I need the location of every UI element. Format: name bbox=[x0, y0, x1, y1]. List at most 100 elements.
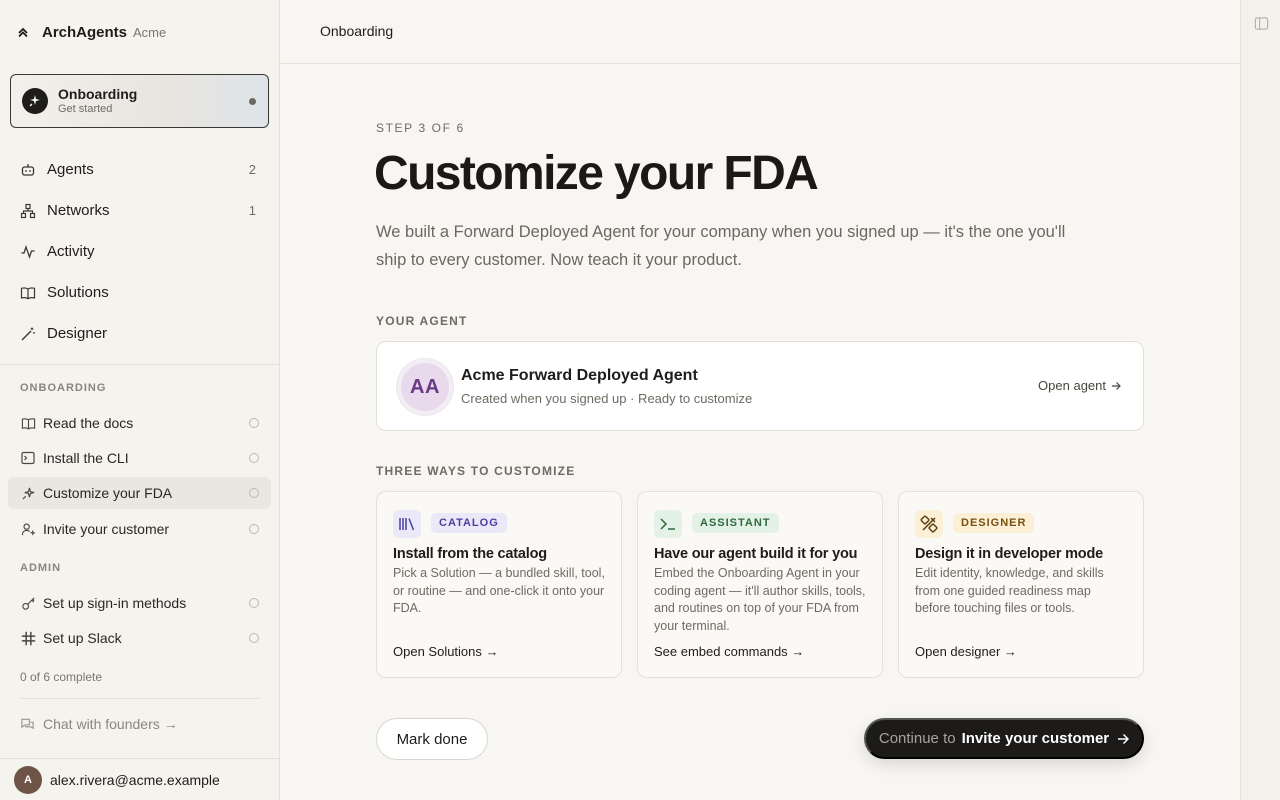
open-agent-link[interactable]: Open agent bbox=[1038, 378, 1121, 393]
continue-button[interactable]: Continue to Invite your customer bbox=[864, 718, 1144, 759]
progress-text: 0 of 6 complete bbox=[20, 670, 103, 684]
status-dot bbox=[249, 98, 256, 105]
continue-prefix: Continue to bbox=[878, 730, 956, 747]
nav-item-agents[interactable]: Agents 2 bbox=[0, 149, 279, 190]
nav-item-count: 1 bbox=[248, 203, 256, 218]
network-icon bbox=[20, 203, 36, 219]
arrow-right-icon bbox=[1111, 381, 1121, 391]
nav-item-label: Solutions bbox=[47, 284, 109, 301]
agent-name: Acme Forward Deployed Agent bbox=[461, 367, 698, 384]
archagents-logo-icon bbox=[16, 25, 30, 39]
terminal-icon bbox=[20, 450, 36, 466]
see-embed-commands-link[interactable]: See embed commands → bbox=[654, 644, 804, 659]
onboarding-card-subtitle: Get started bbox=[58, 103, 113, 115]
incomplete-circle-icon bbox=[249, 418, 259, 428]
brand-org: Acme bbox=[133, 24, 167, 40]
continue-target: Invite your customer bbox=[961, 730, 1110, 747]
incomplete-circle-icon bbox=[249, 524, 259, 534]
incomplete-circle-icon bbox=[249, 598, 259, 608]
brand-name: ArchAgents bbox=[42, 23, 128, 41]
mark-done-button[interactable]: Mark done bbox=[376, 718, 488, 760]
avatar: A bbox=[14, 765, 42, 794]
user-plus-icon bbox=[20, 521, 36, 537]
step-label: Invite your customer bbox=[43, 521, 170, 537]
way-card-designer: DESIGNER Design it in developer mode Edi… bbox=[898, 491, 1144, 678]
nav-item-activity[interactable]: Activity bbox=[0, 231, 279, 272]
way-description: Edit identity, knowledge, and skills fro… bbox=[915, 566, 1104, 615]
incomplete-circle-icon bbox=[249, 453, 259, 463]
main-nav: Agents 2 Networks 1 Activity Solutions D… bbox=[0, 149, 279, 354]
way-description: Embed the Onboarding Agent in your codin… bbox=[654, 566, 866, 633]
step-label: Read the docs bbox=[43, 415, 134, 431]
onboarding-section-label: ONBOARDING bbox=[20, 382, 107, 394]
nav-item-label: Designer bbox=[47, 325, 108, 342]
user-menu[interactable]: A alex.rivera@acme.example bbox=[0, 758, 279, 800]
step-invite-customer[interactable]: Invite your customer bbox=[8, 513, 271, 545]
right-rail bbox=[1240, 0, 1280, 800]
wand-icon bbox=[20, 326, 36, 342]
incomplete-circle-icon bbox=[249, 488, 259, 498]
book-icon bbox=[20, 415, 36, 431]
step-set-up-slack[interactable]: Set up Slack bbox=[8, 622, 271, 654]
ways-label: THREE WAYS TO CUSTOMIZE bbox=[376, 464, 576, 478]
design-tools-icon bbox=[915, 510, 943, 538]
sparkle-icon bbox=[20, 485, 36, 501]
your-agent-label: YOUR AGENT bbox=[376, 314, 468, 328]
onboarding-card[interactable]: Onboarding Get started bbox=[10, 74, 269, 128]
assistant-tag: ASSISTANT bbox=[692, 513, 779, 533]
nav-item-label: Agents bbox=[47, 161, 94, 178]
sidebar-divider bbox=[0, 364, 279, 365]
step-indicator: STEP 3 OF 6 bbox=[376, 121, 465, 135]
nav-item-label: Activity bbox=[47, 243, 95, 260]
step-install-cli[interactable]: Install the CLI bbox=[8, 442, 271, 474]
chat-icon bbox=[20, 717, 35, 732]
step-customize-fda[interactable]: Customize your FDA bbox=[8, 477, 271, 509]
step-label: Customize your FDA bbox=[43, 485, 173, 501]
agent-card: AA Acme Forward Deployed Agent Created w… bbox=[376, 341, 1144, 431]
brand[interactable]: ArchAgents Acme bbox=[16, 22, 166, 42]
book-icon bbox=[20, 285, 36, 301]
page-description: We built a Forward Deployed Agent for yo… bbox=[376, 223, 1066, 269]
way-description: Pick a Solution — a bundled skill, tool,… bbox=[393, 566, 605, 615]
activity-icon bbox=[20, 244, 36, 260]
panel-toggle-icon[interactable] bbox=[1254, 16, 1269, 36]
way-card-assistant: ASSISTANT Have our agent build it for yo… bbox=[637, 491, 883, 678]
nav-item-solutions[interactable]: Solutions bbox=[0, 272, 279, 313]
breadcrumb: Onboarding bbox=[320, 23, 394, 39]
step-label: Set up sign-in methods bbox=[43, 595, 187, 611]
robot-icon bbox=[20, 162, 36, 178]
sparkle-icon bbox=[22, 88, 48, 114]
chat-link-label: Chat with founders → bbox=[43, 716, 178, 732]
admin-section-label: ADMIN bbox=[20, 562, 62, 574]
topbar: Onboarding bbox=[280, 0, 1240, 64]
open-designer-link[interactable]: Open designer → bbox=[915, 644, 1017, 659]
slack-icon bbox=[20, 630, 36, 646]
step-read-docs[interactable]: Read the docs bbox=[8, 407, 271, 439]
nav-item-count: 2 bbox=[248, 162, 256, 177]
way-title: Design it in developer mode bbox=[915, 546, 1103, 562]
step-label: Install the CLI bbox=[43, 450, 129, 466]
agent-avatar: AA bbox=[397, 359, 453, 415]
incomplete-circle-icon bbox=[249, 633, 259, 643]
onboarding-card-title: Onboarding bbox=[58, 86, 138, 102]
way-card-catalog: CATALOG Install from the catalog Pick a … bbox=[376, 491, 622, 678]
step-sign-in-methods[interactable]: Set up sign-in methods bbox=[8, 587, 271, 619]
way-title: Have our agent build it for you bbox=[654, 546, 858, 562]
nav-item-label: Networks bbox=[47, 202, 110, 219]
designer-tag: DESIGNER bbox=[953, 513, 1035, 533]
user-email: alex.rivera@acme.example bbox=[50, 771, 220, 788]
library-icon bbox=[393, 510, 421, 538]
nav-item-networks[interactable]: Networks 1 bbox=[0, 190, 279, 231]
agent-subtitle: Created when you signed up · Ready to cu… bbox=[461, 391, 753, 406]
nav-item-designer[interactable]: Designer bbox=[0, 313, 279, 354]
arrow-right-icon bbox=[1117, 733, 1130, 745]
key-icon bbox=[20, 595, 36, 611]
chat-with-founders-link[interactable]: Chat with founders → bbox=[20, 716, 178, 732]
sidebar-divider bbox=[20, 698, 260, 699]
catalog-tag: CATALOG bbox=[431, 513, 507, 533]
page-title: Customize your FDA bbox=[374, 147, 819, 200]
sidebar: ArchAgents Acme Onboarding Get started A… bbox=[0, 0, 280, 800]
way-title: Install from the catalog bbox=[393, 546, 547, 562]
open-solutions-link[interactable]: Open Solutions → bbox=[393, 644, 499, 659]
terminal-icon bbox=[654, 510, 682, 538]
